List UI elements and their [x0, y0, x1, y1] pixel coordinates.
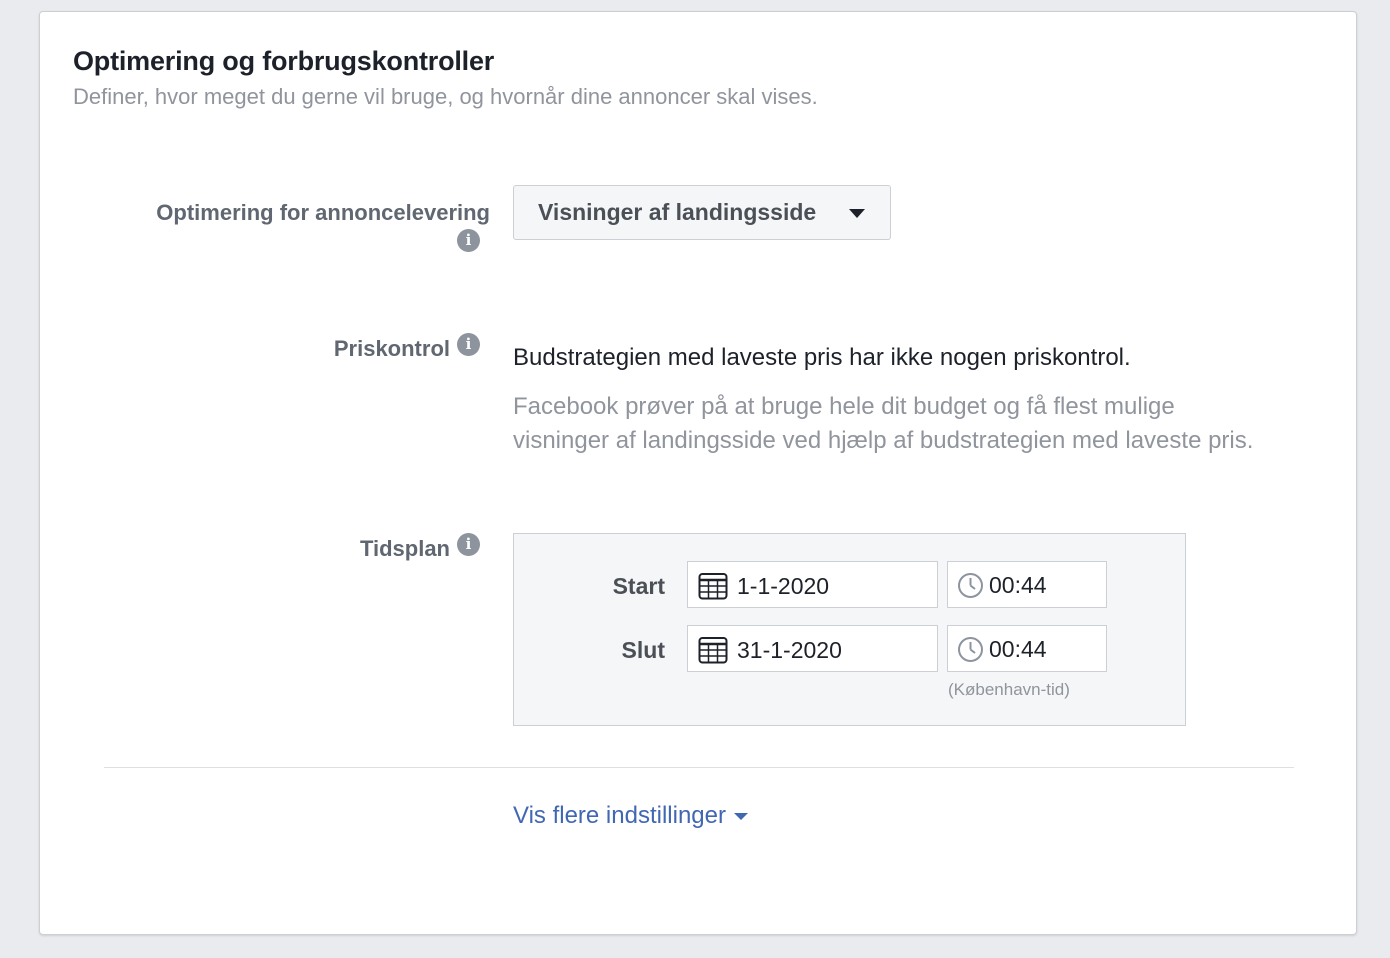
caret-down-icon	[849, 209, 865, 218]
info-icon[interactable]: i	[457, 229, 480, 252]
page-title: Optimering og forbrugskontroller	[73, 46, 495, 76]
show-more-settings-link[interactable]: Vis flere indstillinger	[513, 802, 748, 830]
start-date-field[interactable]: 1-1-2020	[687, 561, 938, 608]
optimization-and-spending-card: Optimering og forbrugskontroller Definer…	[39, 11, 1357, 935]
caret-down-icon	[734, 813, 748, 821]
start-label: Start	[612, 573, 665, 599]
end-time-field[interactable]: 00:44	[947, 625, 1107, 672]
end-label: Slut	[621, 637, 665, 663]
price-control-label: Priskontrol	[333, 336, 450, 361]
info-icon[interactable]: i	[457, 333, 480, 356]
divider	[104, 767, 1294, 768]
show-more-settings-label: Vis flere indstillinger	[513, 802, 726, 829]
end-time-value: 00:44	[989, 636, 1047, 662]
end-date-value: 31-1-2020	[737, 637, 842, 663]
price-control-headline: Budstrategien med laveste pris har ikke …	[513, 344, 1131, 371]
end-date-field[interactable]: 31-1-2020	[687, 625, 938, 672]
optimization-selected-value: Visninger af landingsside	[538, 199, 817, 225]
info-icon[interactable]: i	[457, 533, 480, 556]
schedule-label: Tidsplan	[359, 536, 450, 561]
start-date-value: 1-1-2020	[737, 573, 830, 599]
calendar-icon	[698, 573, 728, 600]
schedule-box: Start 1-1-2020 00:44 Slut 31-1-2020 00:4…	[513, 533, 1186, 726]
optimization-label: Optimering for annoncelevering	[156, 200, 490, 225]
clock-icon	[958, 573, 983, 598]
timezone-note: (København-tid)	[948, 680, 1070, 699]
clock-icon	[958, 637, 983, 662]
start-time-field[interactable]: 00:44	[947, 561, 1107, 608]
price-control-description: Facebook prøver på at bruge hele dit bud…	[513, 393, 1254, 454]
page-subtitle: Definer, hvor meget du gerne vil bruge, …	[73, 84, 818, 109]
optimization-dropdown[interactable]: Visninger af landingsside	[513, 185, 891, 240]
start-time-value: 00:44	[989, 572, 1047, 598]
calendar-icon	[698, 637, 728, 664]
